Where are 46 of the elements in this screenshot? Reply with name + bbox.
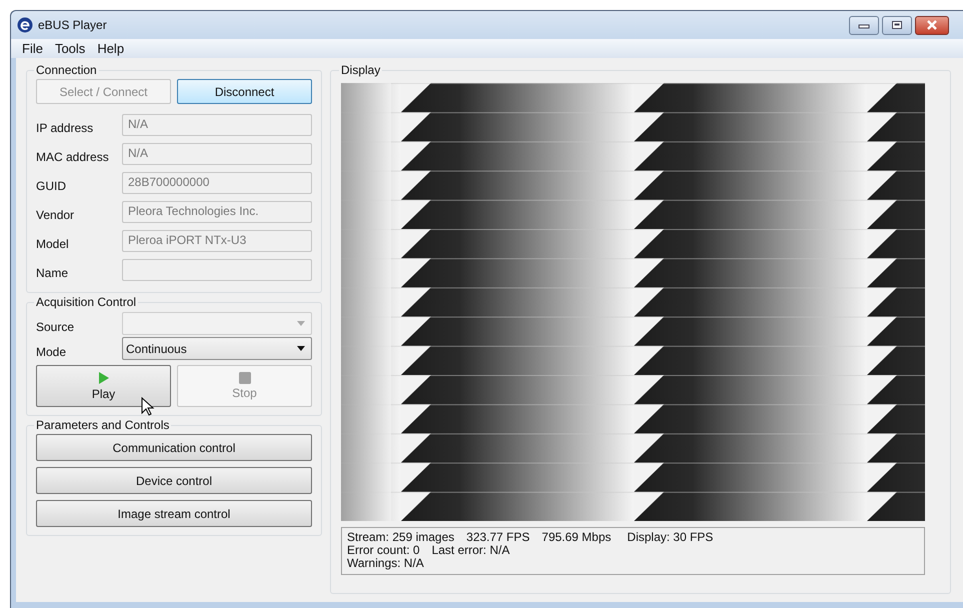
menu-item[interactable]: Help bbox=[92, 41, 130, 56]
group-title: Parameters and Controls bbox=[35, 418, 170, 432]
input-field[interactable]: Pleora Technologies Inc. bbox=[122, 200, 312, 222]
input-field[interactable] bbox=[122, 258, 312, 280]
status-text: 795.69 Mbps bbox=[542, 531, 612, 544]
field-label: Mode bbox=[36, 344, 68, 358]
stop-icon bbox=[238, 372, 250, 384]
status-text: Warnings: N/A bbox=[347, 557, 424, 570]
control-button[interactable]: Image stream control bbox=[36, 500, 312, 527]
maximize-button[interactable] bbox=[882, 16, 912, 34]
caret-icon bbox=[297, 321, 305, 326]
input-field[interactable]: N/A bbox=[122, 114, 312, 136]
status-text: Display: 30 FPS bbox=[627, 531, 714, 544]
caret-icon bbox=[297, 346, 305, 351]
field-label: GUID bbox=[36, 178, 67, 192]
group-title: Acquisition Control bbox=[35, 295, 138, 309]
group-title: Connection bbox=[35, 63, 98, 77]
play-button[interactable]: Play bbox=[36, 365, 171, 407]
mouse-cursor-icon bbox=[141, 397, 155, 417]
field-label: Name bbox=[36, 264, 70, 280]
field-label: MAC address bbox=[36, 148, 110, 164]
group-title: Display bbox=[340, 63, 382, 77]
control-button[interactable]: Communication control bbox=[36, 434, 312, 461]
close-icon bbox=[925, 20, 939, 30]
connection-button[interactable]: Disconnect bbox=[177, 79, 312, 104]
field-label: IP address bbox=[36, 120, 94, 134]
field-label: Vendor bbox=[36, 206, 76, 222]
play-icon bbox=[98, 371, 110, 385]
status-text: Error count: 0 bbox=[347, 544, 420, 557]
status-text: Stream: 259 images bbox=[347, 531, 454, 544]
minimize-button[interactable] bbox=[849, 16, 879, 34]
window-title: eBUS Player bbox=[38, 18, 107, 32]
app-logo-icon bbox=[17, 17, 33, 33]
input-field[interactable]: N/A bbox=[122, 142, 312, 164]
maximize-icon bbox=[891, 20, 903, 30]
status-text: 323.77 FPS bbox=[466, 531, 530, 544]
menu-item[interactable]: File bbox=[17, 41, 48, 56]
status-text: Last error: N/A bbox=[432, 544, 510, 557]
menu-item[interactable]: Tools bbox=[50, 41, 90, 56]
close-button[interactable] bbox=[915, 16, 949, 34]
field-label: Source bbox=[36, 318, 76, 334]
input-field[interactable]: 28B700000000 bbox=[122, 172, 312, 194]
field-label: Model bbox=[36, 236, 70, 250]
control-button[interactable]: Device control bbox=[36, 467, 312, 494]
dropdown[interactable]: Continuous bbox=[122, 337, 312, 360]
input-field[interactable]: Pleroa iPORT NTx-U3 bbox=[122, 230, 312, 252]
